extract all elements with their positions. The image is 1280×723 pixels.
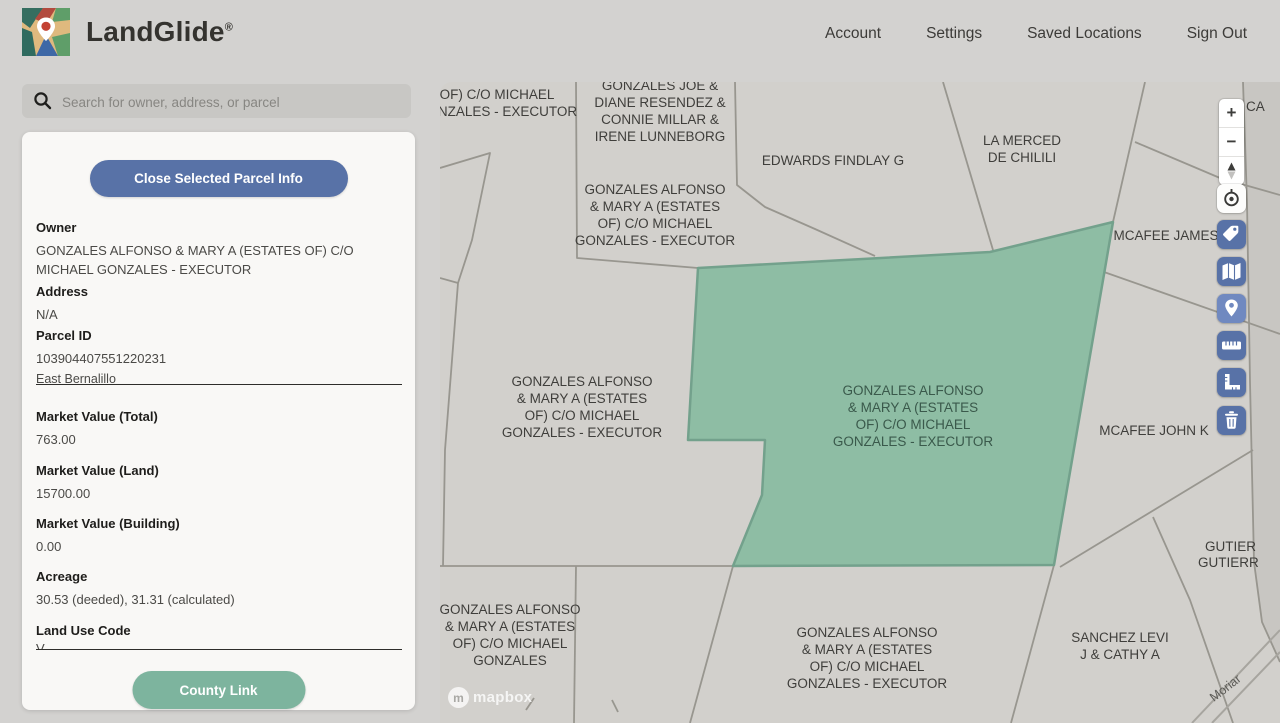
map-icon — [1217, 257, 1246, 286]
parcel-tags-button[interactable] — [1217, 220, 1246, 249]
landglide-app: LandGlide® Account Settings Saved Locati… — [0, 0, 1280, 723]
geolocate-icon — [1217, 184, 1246, 213]
ruler-icon — [1217, 331, 1246, 360]
basemap-button[interactable] — [1217, 257, 1246, 286]
parcel-label: SANCHEZ LEVIJ & CATHY A — [1071, 629, 1169, 663]
acreage-label: Acreage — [36, 569, 402, 584]
zoom-out-button[interactable]: − — [1219, 127, 1244, 156]
acreage-value: 30.53 (deeded), 31.31 (calculated) — [36, 590, 402, 609]
county-link-button[interactable]: County Link — [132, 671, 305, 709]
geolocate-button[interactable] — [1217, 184, 1246, 213]
market-total-label: Market Value (Total) — [36, 409, 402, 424]
compass-icon — [1219, 157, 1244, 185]
search-bar — [22, 84, 411, 118]
scroll-divider-bottom — [36, 649, 402, 650]
address-label: Address — [36, 284, 402, 299]
parcel-label: GONZALES ALFONSO& MARY A (ESTATESOF) C/O… — [502, 373, 662, 441]
compass-button[interactable] — [1219, 156, 1244, 185]
parcel-label-partial: CA — [1246, 98, 1265, 115]
parcel-label: GONZALES ALFONSO& MARY A (ESTATESOF) C/O… — [575, 181, 735, 249]
parcel-id-value: 103904407551220231 — [36, 349, 402, 368]
market-building-label: Market Value (Building) — [36, 516, 402, 531]
angle-ruler-icon — [1217, 368, 1246, 397]
parcel-label: EDWARDS FINDLAY G — [762, 152, 904, 169]
trash-icon — [1217, 406, 1246, 435]
parcel-label: MCAFEE JAMES — [1113, 227, 1218, 244]
measure-area-button[interactable] — [1217, 368, 1246, 397]
nav-saved-locations[interactable]: Saved Locations — [1027, 25, 1142, 43]
owner-value: GONZALES ALFONSO & MARY A (ESTATES OF) C… — [36, 241, 402, 279]
parcel-info-panel: Close Selected Parcel Info Owner GONZALE… — [22, 132, 415, 710]
measure-distance-button[interactable] — [1217, 331, 1246, 360]
owner-label: Owner — [36, 220, 402, 235]
market-building-value: 0.00 — [36, 537, 402, 556]
tag-icon — [1217, 220, 1246, 249]
land-use-label: Land Use Code — [36, 623, 402, 638]
mapbox-wordmark: mapbox — [473, 689, 532, 706]
parcel-label: MCAFEE JOHN K — [1099, 422, 1209, 439]
scroll-divider-top — [36, 384, 402, 385]
market-total-value: 763.00 — [36, 430, 402, 449]
pin-icon — [1217, 294, 1246, 323]
parcel-label: GONZALES ALFONSO& MARY A (ESTATESOF) C/O… — [440, 601, 581, 669]
drop-pin-button[interactable] — [1217, 294, 1246, 323]
app-title: LandGlide® — [86, 16, 233, 48]
parcel-label: GONZALES ALFONSO& MARY A (ESTATESOF) C/O… — [833, 382, 993, 450]
market-land-value: 15700.00 — [36, 484, 402, 503]
parcel-label: GONZALES JOE &DIANE RESENDEZ &CONNIE MIL… — [594, 82, 725, 145]
landglide-logo-icon — [22, 8, 70, 56]
parcel-label: GONZALES ALFONSO& MARY A (ESTATESOF) C/O… — [787, 624, 947, 692]
top-nav: Account Settings Saved Locations Sign Ou… — [825, 25, 1247, 43]
address-value: N/A — [36, 305, 402, 324]
search-icon — [33, 91, 52, 110]
parcel-label: GUTIERR — [1198, 554, 1259, 571]
parcel-id-label: Parcel ID — [36, 328, 402, 343]
mapbox-logo-icon: m — [448, 687, 469, 708]
search-input[interactable] — [60, 84, 404, 120]
close-parcel-info-button[interactable]: Close Selected Parcel Info — [90, 160, 348, 197]
map[interactable]: OF) C/O MICHAELGONZALES - EXECUTOR GONZAL… — [440, 82, 1280, 723]
nav-sign-out[interactable]: Sign Out — [1187, 25, 1247, 43]
nav-settings[interactable]: Settings — [926, 25, 982, 43]
parcel-label: GUTIER — [1205, 538, 1256, 555]
mapbox-attribution[interactable]: m mapbox — [448, 687, 532, 708]
nav-account[interactable]: Account — [825, 25, 881, 43]
parcel-label: OF) C/O MICHAELGONZALES - EXECUTOR — [440, 86, 577, 120]
map-zoom-control: + − — [1219, 99, 1244, 185]
clear-selection-button[interactable] — [1217, 406, 1246, 435]
land-use-value-partial: V — [36, 641, 45, 649]
zoom-in-button[interactable]: + — [1219, 99, 1244, 127]
parcel-label: LA MERCEDDE CHILILI — [983, 132, 1061, 166]
market-land-label: Market Value (Land) — [36, 463, 402, 478]
